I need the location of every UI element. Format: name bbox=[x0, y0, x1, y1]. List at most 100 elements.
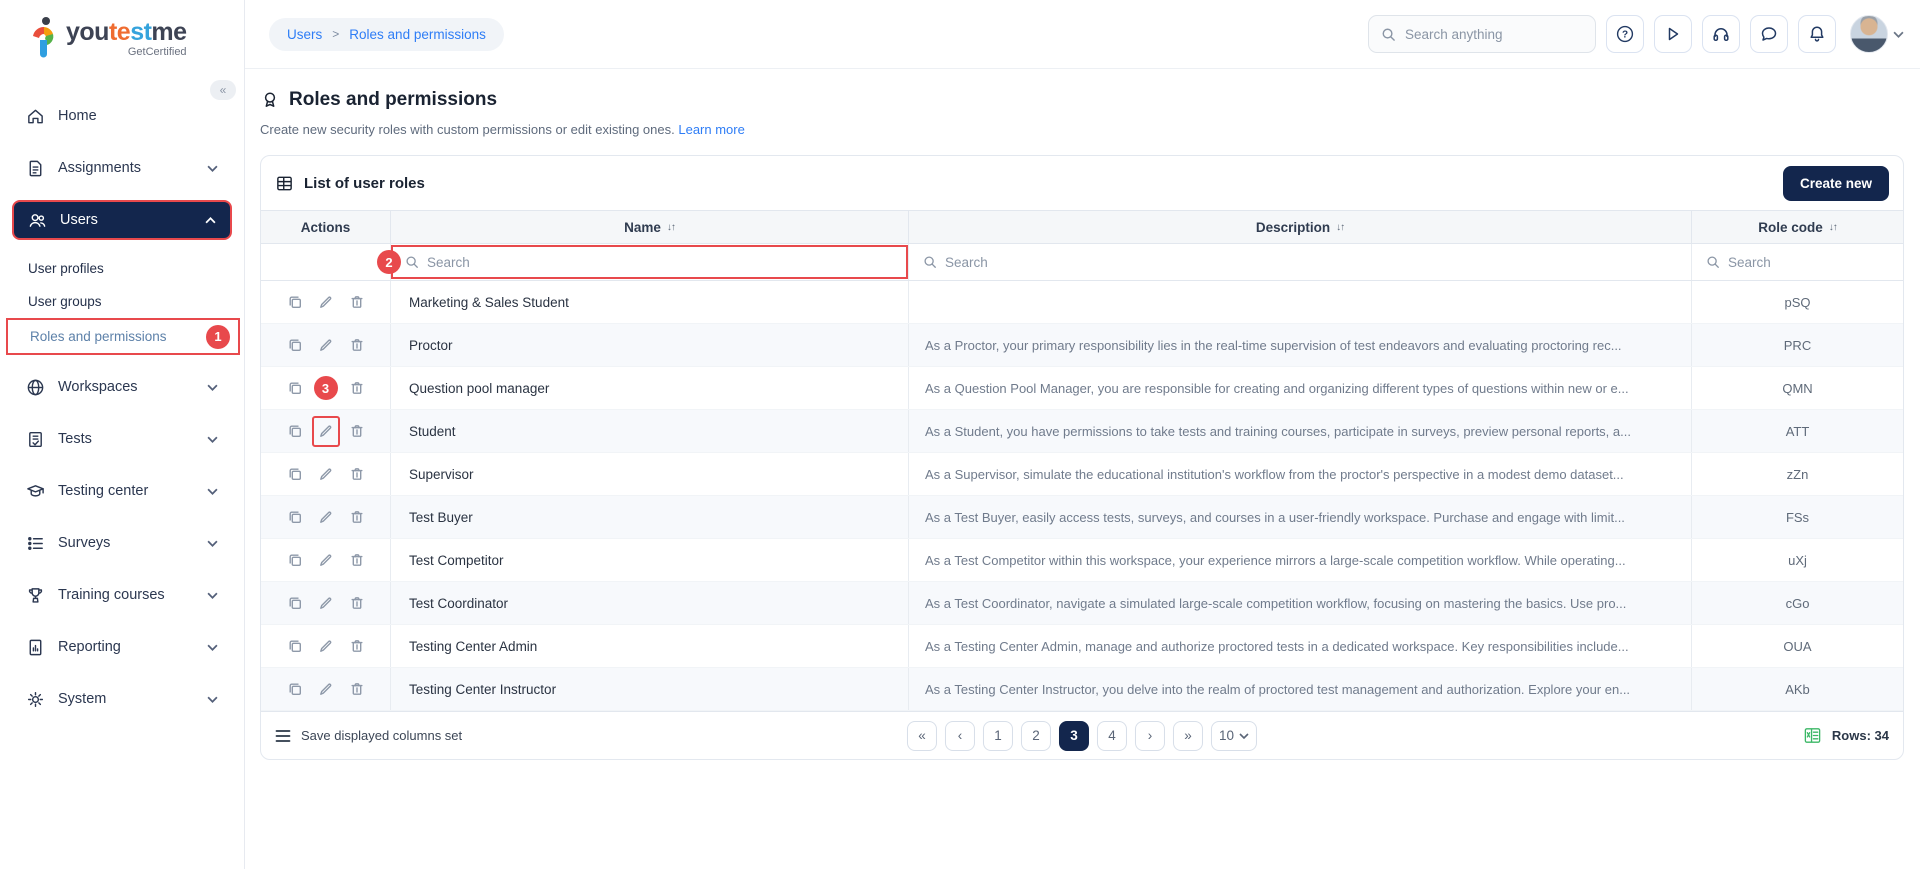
edit-icon[interactable] bbox=[312, 459, 340, 490]
sidebar-item-workspaces[interactable]: Workspaces bbox=[12, 367, 232, 407]
column-header-description[interactable]: Description↓↑ bbox=[909, 211, 1692, 243]
notifications-button[interactable] bbox=[1798, 15, 1836, 53]
delete-icon[interactable] bbox=[349, 466, 365, 482]
page-content: Roles and permissions Create new securit… bbox=[245, 69, 1920, 869]
first-page-button[interactable]: « bbox=[907, 721, 937, 751]
column-header-role-code[interactable]: Role code↓↑ bbox=[1692, 211, 1903, 243]
last-page-button[interactable]: » bbox=[1173, 721, 1203, 751]
create-new-button[interactable]: Create new bbox=[1783, 166, 1889, 201]
chat-button[interactable] bbox=[1750, 15, 1788, 53]
edit-icon[interactable] bbox=[312, 287, 340, 318]
delete-icon[interactable] bbox=[349, 337, 365, 353]
duplicate-icon[interactable] bbox=[287, 595, 303, 611]
support-button[interactable] bbox=[1702, 15, 1740, 53]
edit-icon[interactable]: 3 bbox=[312, 373, 340, 404]
sidebar-item-reporting[interactable]: Reporting bbox=[12, 627, 232, 667]
role-code-search-input[interactable] bbox=[1728, 255, 1889, 270]
sidebar-item-roles-and-permissions[interactable]: Roles and permissions 1 bbox=[6, 318, 240, 355]
delete-icon[interactable] bbox=[349, 681, 365, 697]
page-button-1[interactable]: 1 bbox=[983, 721, 1013, 751]
sidebar-item-home[interactable]: Home bbox=[12, 96, 232, 136]
delete-icon[interactable] bbox=[349, 423, 365, 439]
page-button-4[interactable]: 4 bbox=[1097, 721, 1127, 751]
help-button[interactable]: ? bbox=[1606, 15, 1644, 53]
excel-export-icon[interactable] bbox=[1803, 726, 1822, 745]
duplicate-icon[interactable] bbox=[287, 380, 303, 396]
save-columns-button[interactable]: Save displayed columns set bbox=[275, 728, 462, 743]
search-icon bbox=[923, 255, 937, 269]
sort-icon[interactable]: ↓↑ bbox=[1336, 222, 1344, 233]
breadcrumb-roles-and-permissions[interactable]: Roles and permissions bbox=[349, 27, 486, 42]
column-header-actions[interactable]: Actions bbox=[261, 211, 391, 243]
role-name: Supervisor bbox=[391, 453, 909, 495]
prev-page-button[interactable]: ‹ bbox=[945, 721, 975, 751]
duplicate-icon[interactable] bbox=[287, 423, 303, 439]
page-button-2[interactable]: 2 bbox=[1021, 721, 1051, 751]
table-row: Proctor As a Proctor, your primary respo… bbox=[261, 324, 1903, 367]
duplicate-icon[interactable] bbox=[287, 337, 303, 353]
tests-icon bbox=[26, 430, 45, 449]
sort-icon[interactable]: ↓↑ bbox=[1829, 222, 1837, 233]
sidebar-item-assignments[interactable]: Assignments bbox=[12, 148, 232, 188]
edit-icon[interactable] bbox=[312, 545, 340, 576]
duplicate-icon[interactable] bbox=[287, 638, 303, 654]
role-name: Test Buyer bbox=[391, 496, 909, 538]
duplicate-icon[interactable] bbox=[287, 294, 303, 310]
next-page-button[interactable]: › bbox=[1135, 721, 1165, 751]
sidebar-item-surveys[interactable]: Surveys bbox=[12, 523, 232, 563]
sidebar-item-testing-center[interactable]: Testing center bbox=[12, 471, 232, 511]
column-header-name[interactable]: Name↓↑ bbox=[391, 211, 909, 243]
duplicate-icon[interactable] bbox=[287, 509, 303, 525]
reporting-icon bbox=[26, 638, 45, 657]
sidebar-item-label: Testing center bbox=[58, 483, 148, 499]
edit-icon[interactable] bbox=[312, 588, 340, 619]
play-icon bbox=[1663, 24, 1683, 44]
role-code: PRC bbox=[1692, 324, 1903, 366]
sidebar-item-training-courses[interactable]: Training courses bbox=[12, 575, 232, 615]
sidebar-item-user-profiles[interactable]: User profiles bbox=[0, 252, 244, 285]
app-root: youtestme GetCertified « Home Assignment… bbox=[0, 0, 1920, 869]
description-search-input[interactable] bbox=[945, 255, 1677, 270]
search-cell-description bbox=[909, 244, 1692, 280]
global-search[interactable] bbox=[1368, 15, 1596, 53]
tutorial-video-button[interactable] bbox=[1654, 15, 1692, 53]
role-name: Testing Center Admin bbox=[391, 625, 909, 667]
user-menu[interactable] bbox=[1850, 15, 1904, 53]
learn-more-link[interactable]: Learn more bbox=[678, 122, 744, 137]
sidebar-item-user-groups[interactable]: User groups bbox=[0, 285, 244, 318]
row-actions bbox=[261, 496, 391, 538]
page-button-3-active[interactable]: 3 bbox=[1059, 721, 1089, 751]
edit-icon[interactable] bbox=[312, 416, 340, 447]
delete-icon[interactable] bbox=[349, 638, 365, 654]
name-search-box[interactable] bbox=[391, 245, 908, 279]
duplicate-icon[interactable] bbox=[287, 552, 303, 568]
edit-icon[interactable] bbox=[312, 631, 340, 662]
sidebar-item-system[interactable]: System bbox=[12, 679, 232, 719]
sidebar-nav: Home Assignments Users User profiles Use… bbox=[0, 96, 244, 719]
annotation-step-1: 1 bbox=[206, 325, 230, 349]
edit-icon[interactable] bbox=[312, 330, 340, 361]
role-description: As a Testing Center Instructor, you delv… bbox=[909, 668, 1692, 710]
edit-icon[interactable] bbox=[312, 502, 340, 533]
breadcrumb-users[interactable]: Users bbox=[287, 27, 322, 42]
edit-icon[interactable] bbox=[312, 674, 340, 705]
table-icon bbox=[275, 174, 294, 193]
sidebar-item-tests[interactable]: Tests bbox=[12, 419, 232, 459]
role-description bbox=[909, 281, 1692, 323]
avatar[interactable] bbox=[1850, 15, 1888, 53]
delete-icon[interactable] bbox=[349, 294, 365, 310]
duplicate-icon[interactable] bbox=[287, 681, 303, 697]
delete-icon[interactable] bbox=[349, 595, 365, 611]
delete-icon[interactable] bbox=[349, 509, 365, 525]
duplicate-icon[interactable] bbox=[287, 466, 303, 482]
name-search-input[interactable] bbox=[427, 255, 894, 270]
delete-icon[interactable] bbox=[349, 552, 365, 568]
sort-icon[interactable]: ↓↑ bbox=[667, 222, 675, 233]
delete-icon[interactable] bbox=[349, 380, 365, 396]
global-search-input[interactable] bbox=[1405, 27, 1583, 42]
users-submenu: User profiles User groups Roles and perm… bbox=[0, 252, 244, 355]
role-code: AKb bbox=[1692, 668, 1903, 710]
sidebar-item-users[interactable]: Users bbox=[12, 200, 232, 240]
role-description: As a Proctor, your primary responsibilit… bbox=[909, 324, 1692, 366]
page-size-select[interactable]: 10 bbox=[1211, 721, 1257, 751]
